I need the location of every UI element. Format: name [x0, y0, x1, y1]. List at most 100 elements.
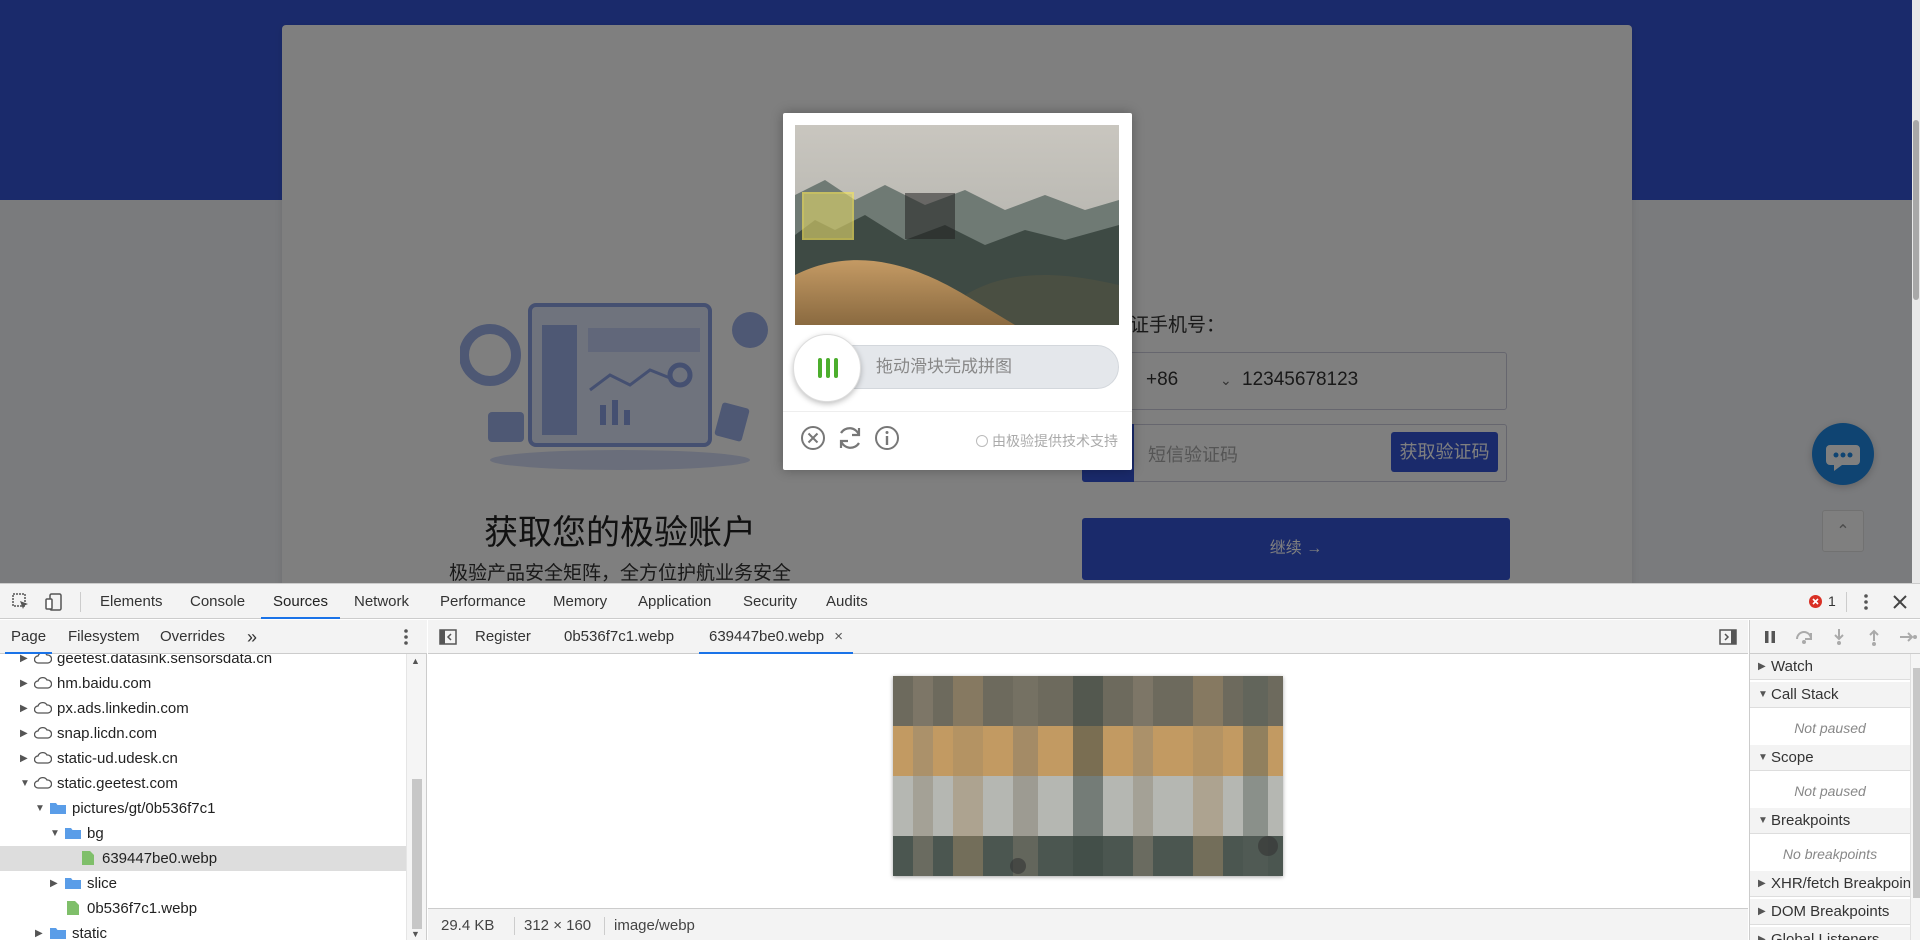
- collapsed-arrow-icon[interactable]: ▶: [20, 696, 28, 721]
- folder-icon: [50, 928, 66, 939]
- debugger-section-header[interactable]: ▼ Breakpoints: [1750, 808, 1920, 834]
- collapsed-arrow-icon: ▶: [1758, 906, 1766, 917]
- nav-more-tabs[interactable]: »: [247, 620, 257, 654]
- editor-tab-label: 639447be0.webp: [709, 628, 825, 645]
- editor-tab-slice-image[interactable]: 0b536f7c1.webp: [564, 620, 674, 654]
- cloud-icon: [34, 701, 52, 714]
- editor-tab-bg-image[interactable]: 639447be0.webp ×: [698, 620, 854, 654]
- refresh-icon[interactable]: [836, 424, 864, 452]
- tree-item-label: static: [72, 925, 108, 940]
- tree-item-label: hm.baidu.com: [57, 675, 152, 692]
- tree-item[interactable]: ▶ geetest.datasink.sensorsdata.cn: [0, 654, 406, 671]
- tab-sources[interactable]: Sources: [260, 584, 341, 619]
- debugger-section-message: Not paused: [1750, 710, 1910, 746]
- tree-item[interactable]: ▼ static.geetest.com: [0, 771, 406, 796]
- close-devtools-icon[interactable]: [1890, 592, 1910, 612]
- grip-bar: [826, 358, 830, 378]
- tree-item[interactable]: ▼ bg: [0, 821, 406, 846]
- collapsed-arrow-icon[interactable]: ▶: [50, 871, 58, 896]
- tab-elements[interactable]: Elements: [100, 584, 163, 619]
- debugger-scrollbar[interactable]: [1910, 654, 1920, 940]
- toggle-navigator-icon[interactable]: [438, 627, 458, 647]
- collapsed-arrow-icon: ▶: [1758, 934, 1766, 940]
- error-count[interactable]: 1: [1828, 584, 1836, 619]
- nav-tab-filesystem[interactable]: Filesystem: [68, 620, 140, 654]
- tree-item[interactable]: 639447be0.webp: [0, 846, 406, 871]
- captcha-background-image: [795, 125, 1119, 325]
- device-toolbar-icon[interactable]: [44, 592, 64, 612]
- debugger-toolbar: [1750, 620, 1920, 654]
- scroll-down-icon[interactable]: ▼: [411, 929, 420, 939]
- debugger-section-header[interactable]: ▼ Call Stack: [1750, 682, 1920, 708]
- folder-icon: [65, 878, 81, 889]
- tree-item-label: 0b536f7c1.webp: [87, 900, 198, 917]
- debugger-section-header[interactable]: ▶ DOM Breakpoints: [1750, 899, 1920, 925]
- nav-tab-overrides[interactable]: Overrides: [160, 620, 225, 654]
- collapsed-arrow-icon[interactable]: ▶: [20, 654, 28, 671]
- tree-item[interactable]: ▶ static-ud.udesk.cn: [0, 746, 406, 771]
- collapsed-arrow-icon[interactable]: ▶: [20, 721, 28, 746]
- collapsed-arrow-icon[interactable]: ▶: [35, 921, 43, 940]
- tree-item-label: geetest.datasink.sensorsdata.cn: [57, 654, 273, 667]
- expanded-arrow-icon[interactable]: ▼: [50, 821, 60, 846]
- toolbar-separator: [1846, 592, 1847, 612]
- tree-item[interactable]: ▶ static: [0, 921, 406, 940]
- captcha-slider-handle[interactable]: [793, 334, 861, 402]
- tree-item[interactable]: ▶ slice: [0, 871, 406, 896]
- tree-item-label: slice: [87, 875, 118, 892]
- tab-application[interactable]: Application: [638, 584, 711, 619]
- page-scrollbar-thumb[interactable]: [1913, 120, 1919, 300]
- file-tree-scrollbar-thumb[interactable]: [412, 779, 422, 929]
- tree-item-label: bg: [87, 825, 104, 842]
- devtools-main-tabbar: Elements Console Sources Network Perform…: [0, 584, 1920, 619]
- tree-item[interactable]: 0b536f7c1.webp: [0, 896, 406, 921]
- debugger-section-message: No breakpoints: [1750, 836, 1910, 872]
- inspect-element-icon[interactable]: [11, 592, 31, 612]
- expanded-arrow-icon: ▼: [1758, 815, 1768, 826]
- navigator-menu-icon[interactable]: [396, 627, 416, 647]
- powered-by-link[interactable]: 由极验提供技术支持: [976, 431, 1118, 451]
- collapsed-arrow-icon[interactable]: ▶: [20, 671, 28, 696]
- tree-item[interactable]: ▶ hm.baidu.com: [0, 671, 406, 696]
- tab-security[interactable]: Security: [743, 584, 797, 619]
- pause-icon[interactable]: [1760, 627, 1780, 647]
- toggle-debugger-icon[interactable]: [1718, 627, 1738, 647]
- expanded-arrow-icon[interactable]: ▼: [35, 796, 45, 821]
- devtools-panel: Elements Console Sources Network Perform…: [0, 583, 1920, 940]
- captcha-divider: [783, 411, 1132, 412]
- tab-network[interactable]: Network: [354, 584, 409, 619]
- debugger-section-message: Not paused: [1750, 773, 1910, 809]
- tree-item[interactable]: ▶ px.ads.linkedin.com: [0, 696, 406, 721]
- file-tree-scrollbar[interactable]: ▲ ▼: [406, 654, 426, 940]
- debugger-section-header[interactable]: ▼ Scope: [1750, 745, 1920, 771]
- debugger-section-header[interactable]: ▶ Global Listeners: [1750, 927, 1920, 940]
- step-over-icon[interactable]: [1794, 627, 1814, 647]
- tree-item[interactable]: ▶ snap.licdn.com: [0, 721, 406, 746]
- tab-memory[interactable]: Memory: [553, 584, 607, 619]
- scroll-up-icon[interactable]: ▲: [411, 656, 420, 666]
- debugger-section-header[interactable]: ▶ XHR/fetch Breakpoints: [1750, 871, 1920, 897]
- collapsed-arrow-icon: ▶: [1758, 661, 1766, 672]
- debugger-section-label: Breakpoints: [1771, 812, 1851, 829]
- tree-item-label: static.geetest.com: [57, 775, 178, 792]
- tab-audits[interactable]: Audits: [826, 584, 868, 619]
- info-icon[interactable]: [873, 424, 901, 452]
- nav-tab-page[interactable]: Page: [4, 620, 53, 654]
- navigator-tabbar: Page Filesystem Overrides »: [0, 620, 427, 654]
- tree-item[interactable]: ▼ pictures/gt/0b536f7c1: [0, 796, 406, 821]
- collapsed-arrow-icon[interactable]: ▶: [20, 746, 28, 771]
- page-scrollbar[interactable]: [1912, 0, 1920, 583]
- step-out-icon[interactable]: [1864, 627, 1884, 647]
- sources-editor: Register 0b536f7c1.webp 639447be0.webp ×: [428, 620, 1748, 940]
- debugger-scrollbar-thumb[interactable]: [1913, 668, 1920, 898]
- debugger-section-header[interactable]: ▶ Watch: [1750, 654, 1920, 680]
- close-tab-icon[interactable]: ×: [834, 628, 843, 645]
- more-options-icon[interactable]: [1856, 592, 1876, 612]
- tab-console[interactable]: Console: [190, 584, 245, 619]
- step-icon[interactable]: [1898, 627, 1918, 647]
- step-into-icon[interactable]: [1829, 627, 1849, 647]
- tab-performance[interactable]: Performance: [440, 584, 526, 619]
- close-icon[interactable]: [799, 424, 827, 452]
- editor-tab-register[interactable]: Register: [475, 620, 531, 654]
- expanded-arrow-icon[interactable]: ▼: [20, 771, 30, 796]
